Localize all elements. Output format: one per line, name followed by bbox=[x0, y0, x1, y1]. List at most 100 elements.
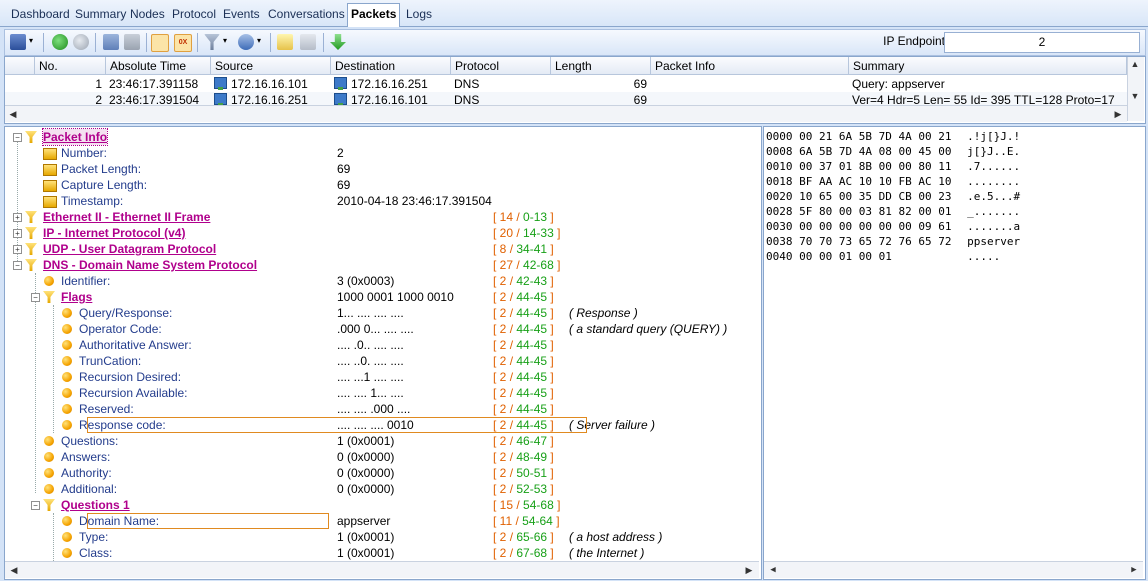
tree-row[interactable]: Class: 1 (0x0001) [ 2 / 67-68 ] ( the Inter… bbox=[5, 545, 745, 561]
hex-line[interactable]: 0030 00 00 00 00 00 00 09 61 .......a bbox=[766, 219, 1020, 234]
tree-icon[interactable] bbox=[151, 34, 169, 52]
packet-list-hscroll[interactable]: ◀ ▶ bbox=[5, 105, 1127, 122]
hex-line[interactable]: 0000 00 21 6A 5B 7D 4A 00 21 .!j[}J.! bbox=[766, 129, 1020, 144]
tree-row[interactable]: Questions: 1 (0x0001) [ 2 / 46-47 ] bbox=[5, 433, 745, 449]
tree-note: ( the Internet ) bbox=[569, 546, 645, 560]
tree-row[interactable]: Type: 1 (0x0001) [ 2 / 65-66 ] ( a host add… bbox=[5, 529, 745, 545]
column-header-time[interactable]: Absolute Time bbox=[106, 57, 211, 75]
tree-hscroll[interactable]: ◀ ▶ bbox=[5, 561, 759, 578]
tab-logs[interactable]: Logs bbox=[403, 4, 435, 25]
scroll-down-icon[interactable]: ▼ bbox=[1128, 89, 1142, 103]
hex-line[interactable]: 0010 00 37 01 8B 00 00 80 11 .7...... bbox=[766, 159, 1020, 174]
tab-dashboard[interactable]: Dashboard bbox=[8, 4, 73, 25]
expander-icon[interactable]: + bbox=[13, 213, 22, 222]
tab-conversations[interactable]: Conversations bbox=[265, 4, 348, 25]
hex-line[interactable]: 0020 10 65 00 35 DD CB 00 23 .e.5...# bbox=[766, 189, 1020, 204]
scroll-right-icon[interactable]: ▶ bbox=[1111, 107, 1125, 121]
range-slash: / bbox=[513, 498, 524, 512]
hex-dump-panel: 0000 00 21 6A 5B 7D 4A 00 21 .!j[}J.! 0008… bbox=[763, 126, 1146, 580]
packet-row[interactable]: 1 23:46:17.391158 172.16.16.101 172.16.16.2… bbox=[5, 76, 1127, 92]
range-bracket: ] bbox=[547, 290, 554, 304]
edit-icon[interactable] bbox=[277, 34, 293, 50]
chevron-down-icon[interactable]: ▾ bbox=[29, 36, 33, 45]
tree-row[interactable]: − DNS - Domain Name System Protocol [ 27 /… bbox=[5, 257, 745, 273]
ip-endpoint-value[interactable]: 2 bbox=[944, 32, 1140, 53]
scroll-left-icon[interactable]: ◀ bbox=[6, 107, 20, 121]
tree-row[interactable]: TrunCation: .... ..0. .... .... [ 2 / 44-4… bbox=[5, 353, 745, 369]
save-icon[interactable] bbox=[10, 34, 26, 50]
column-header-destination[interactable]: Destination bbox=[331, 57, 451, 75]
tree-row[interactable]: Answers: 0 (0x0000) [ 2 / 48-49 ] bbox=[5, 449, 745, 465]
tree-row[interactable]: Operator Code: .000 0... .... .... [ 2 / 4… bbox=[5, 321, 745, 337]
tree-row[interactable]: Authoritative Answer: .... .0.. .... ....… bbox=[5, 337, 745, 353]
tree-row[interactable]: − Packet Info bbox=[5, 128, 745, 146]
tree-row[interactable]: Number: 2 bbox=[5, 145, 745, 161]
column-header-info[interactable]: Packet Info bbox=[651, 57, 849, 75]
tree-row[interactable]: Identifier: 3 (0x0003) [ 2 / 42-43 ] bbox=[5, 273, 745, 289]
tab-summary[interactable]: Summary bbox=[72, 4, 129, 25]
chevron-down-icon[interactable]: ▾ bbox=[223, 36, 227, 45]
tree-row[interactable]: Authority: 0 (0x0000) [ 2 / 50-51 ] bbox=[5, 465, 745, 481]
expander-icon[interactable]: − bbox=[31, 501, 40, 510]
tree-row[interactable]: Timestamp: 2010-04-18 23:46:17.391504 bbox=[5, 193, 745, 209]
tree-row[interactable]: Domain Name: appserver[ 11 / 54-64 ] bbox=[5, 513, 745, 529]
delete-icon[interactable] bbox=[300, 34, 316, 50]
download-icon[interactable] bbox=[330, 34, 346, 50]
tab-events[interactable]: Events bbox=[220, 4, 263, 25]
scroll-left-icon[interactable]: ◀ bbox=[766, 563, 780, 577]
hex-icon[interactable]: 0X bbox=[174, 34, 192, 52]
tree-row[interactable]: Recursion Available: .... .... 1... .... [… bbox=[5, 385, 745, 401]
hex-line[interactable]: 0008 6A 5B 7D 4A 08 00 45 00 j[}J..E. bbox=[766, 144, 1020, 159]
column-header-summary[interactable]: Summary bbox=[849, 57, 1127, 75]
back-icon[interactable] bbox=[52, 34, 68, 50]
hex-bytes: 5F 80 00 03 81 82 00 01 bbox=[799, 205, 952, 218]
network-icon bbox=[214, 93, 227, 106]
filter-node-icon bbox=[25, 227, 37, 239]
layout2-icon[interactable] bbox=[124, 34, 140, 50]
tree-row[interactable]: Response code:.... .... .... 0010[ 2 / 4… bbox=[5, 417, 745, 433]
hex-line[interactable]: 0018 BF AA AC 10 10 FB AC 10........ bbox=[766, 174, 1020, 189]
scroll-right-icon[interactable]: ▶ bbox=[742, 563, 756, 577]
tree-row[interactable]: Reserved: .... .... .000 .... [ 2 / 44-45 … bbox=[5, 401, 745, 417]
expander-icon[interactable]: + bbox=[13, 229, 22, 238]
tree-row[interactable]: − Questions 1 [ 15 / 54-68 ] bbox=[5, 497, 745, 513]
tree-row[interactable]: Recursion Desired: .... ...1 .... .... [ 2… bbox=[5, 369, 745, 385]
forward-icon[interactable] bbox=[73, 34, 89, 50]
filter-icon[interactable] bbox=[204, 34, 220, 50]
tree-row[interactable]: + Ethernet II - Ethernet II Frame [ 14 / 0… bbox=[5, 209, 745, 225]
pattern-icon[interactable] bbox=[238, 34, 254, 50]
column-header-protocol[interactable]: Protocol bbox=[451, 57, 551, 75]
hex-line[interactable]: 0038 70 70 73 65 72 76 65 72 ppserver bbox=[766, 234, 1020, 249]
expander-icon[interactable]: + bbox=[13, 245, 22, 254]
chevron-down-icon[interactable]: ▾ bbox=[257, 36, 261, 45]
packet-list-vscroll[interactable]: ▲ ▼ bbox=[1127, 57, 1144, 121]
column-header-length[interactable]: Length bbox=[551, 57, 651, 75]
scroll-right-icon[interactable]: ▶ bbox=[1127, 563, 1141, 577]
tab-nodes[interactable]: Nodes bbox=[127, 4, 168, 25]
tree-row[interactable]: Capture Length: 69 bbox=[5, 177, 745, 193]
layout-icon[interactable] bbox=[103, 34, 119, 50]
tree-row[interactable]: Additional: 0 (0x0000) [ 2 / 52-53 ] bbox=[5, 481, 745, 497]
scroll-up-icon[interactable]: ▲ bbox=[1128, 57, 1142, 71]
range-span: 52-53 bbox=[516, 482, 548, 496]
tree-row[interactable]: Packet Length: 69 bbox=[5, 161, 745, 177]
tree-row[interactable]: Query/Response: 1... .... .... .... [ 2 / … bbox=[5, 305, 745, 321]
range-slash: / bbox=[506, 530, 517, 544]
column-header-no[interactable]: No. bbox=[35, 57, 106, 75]
expander-icon[interactable]: − bbox=[13, 261, 22, 270]
tree-byte-range: [ 2 / 44-45 ] bbox=[493, 385, 554, 401]
tree-byte-range: [ 8 / 34-41 ] bbox=[493, 241, 554, 257]
tree-row[interactable]: − Flags 1000 0001 1000 0010 [ 2 / 44-45 ] bbox=[5, 289, 745, 305]
column-header-source[interactable]: Source bbox=[211, 57, 331, 75]
hex-hscroll[interactable]: ◀ ▶ bbox=[764, 561, 1143, 578]
tab-protocol[interactable]: Protocol bbox=[169, 4, 219, 25]
hex-line[interactable]: 0028 5F 80 00 03 81 82 00 01 _....... bbox=[766, 204, 1020, 219]
expander-icon[interactable]: − bbox=[13, 133, 22, 142]
hex-line[interactable]: 0040 00 00 01 00 01..... bbox=[766, 249, 1000, 264]
tree-row[interactable]: + UDP - User Datagram Protocol [ 8 / 34-41… bbox=[5, 241, 745, 257]
scroll-left-icon[interactable]: ◀ bbox=[7, 563, 21, 577]
tree-row[interactable]: + IP - Internet Protocol (v4) [ 20 / 14-33… bbox=[5, 225, 745, 241]
tab-packets[interactable]: Packets bbox=[347, 3, 401, 27]
range-bracket: ] bbox=[547, 338, 554, 352]
expander-icon[interactable]: − bbox=[31, 293, 40, 302]
